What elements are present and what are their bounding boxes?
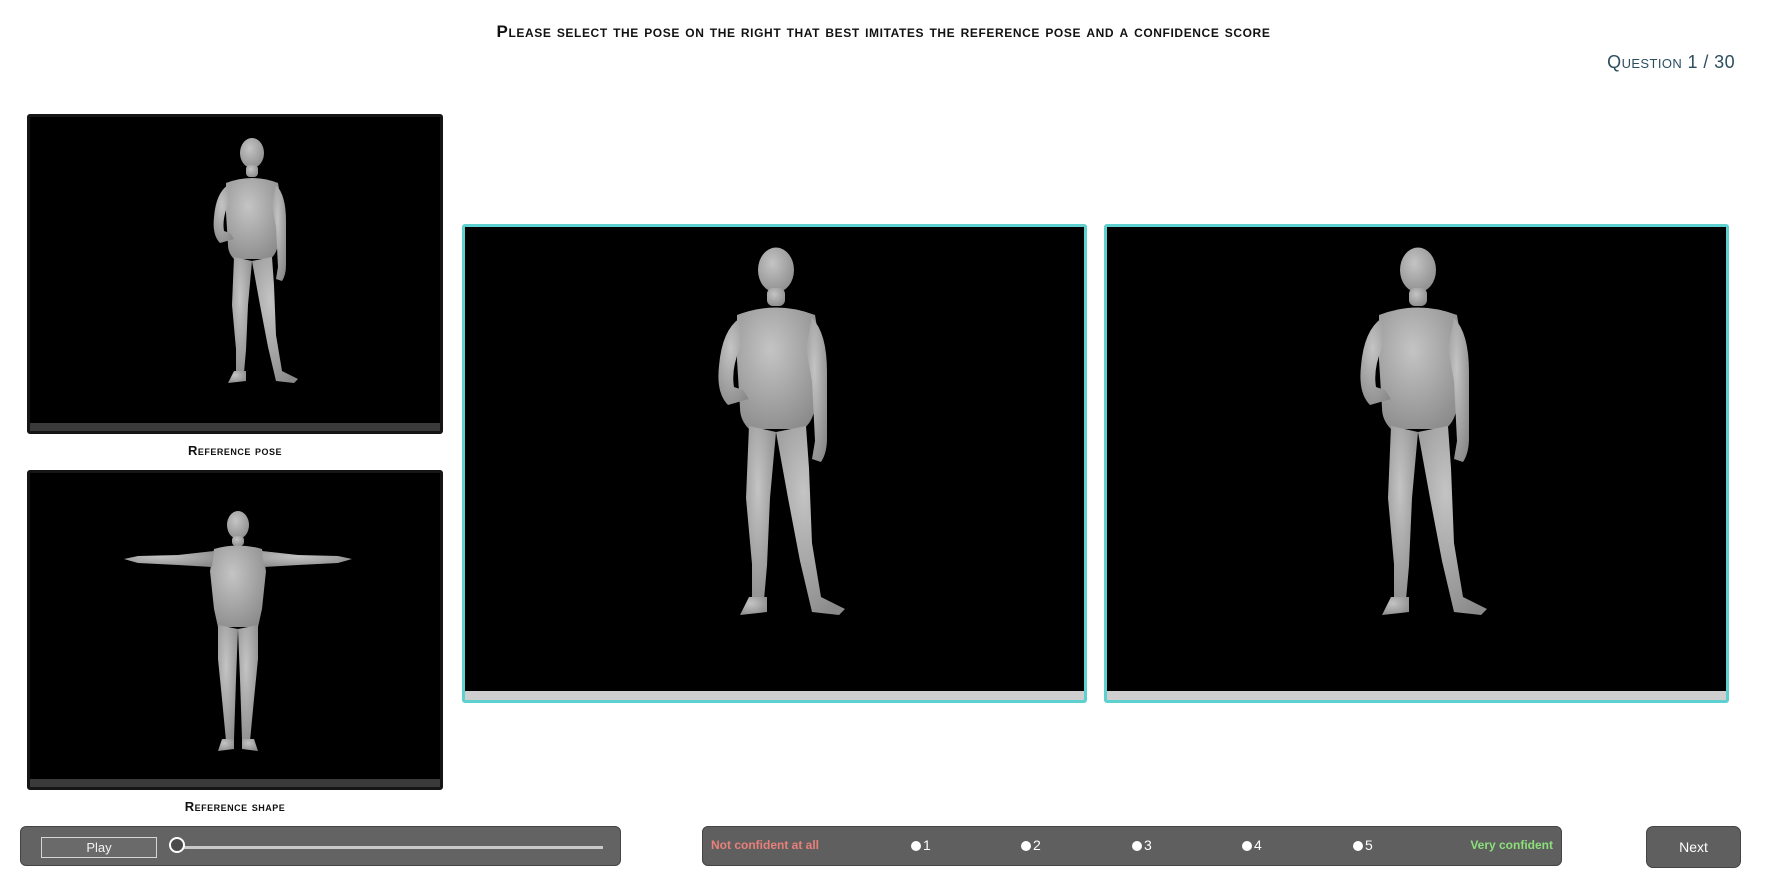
next-button[interactable]: Next xyxy=(1646,826,1741,868)
reference-pose-bar xyxy=(30,423,440,431)
question-counter: Question 1 / 30 xyxy=(1607,52,1735,72)
radio-dot-1[interactable] xyxy=(911,841,921,852)
candidate-pose-b[interactable] xyxy=(1104,224,1729,703)
instruction-title: Please select the pose on the right that… xyxy=(496,22,1271,41)
confidence-option-3[interactable]: 3 xyxy=(1132,837,1152,853)
candidate-b-bar xyxy=(1107,691,1726,700)
confidence-option-1-label: 1 xyxy=(923,837,931,853)
radio-dot-2[interactable] xyxy=(1021,841,1031,852)
candidate-b-figure xyxy=(1325,243,1505,633)
confidence-option-4-label: 4 xyxy=(1254,837,1262,853)
very-confident-label: Very confident xyxy=(1470,838,1553,852)
reference-pose-view xyxy=(27,114,443,434)
radio-dot-3[interactable] xyxy=(1132,841,1142,852)
reference-pose-figure xyxy=(190,135,310,395)
confidence-option-2[interactable]: 2 xyxy=(1021,837,1041,853)
timeline-slider-thumb[interactable] xyxy=(169,837,185,853)
radio-dot-5[interactable] xyxy=(1353,841,1363,852)
candidate-a-bar xyxy=(465,691,1084,700)
reference-shape-bar xyxy=(30,779,440,787)
confidence-option-2-label: 2 xyxy=(1033,837,1041,853)
confidence-option-5-label: 5 xyxy=(1365,837,1373,853)
confidence-option-4[interactable]: 4 xyxy=(1242,837,1262,853)
reference-shape-label: Reference shape xyxy=(184,799,286,814)
reference-shape-view xyxy=(27,470,443,790)
confidence-option-1[interactable]: 1 xyxy=(911,837,931,853)
radio-dot-4[interactable] xyxy=(1242,841,1252,852)
confidence-scale: Not confident at all 1 2 3 4 5 Very conf… xyxy=(702,826,1562,866)
confidence-option-3-label: 3 xyxy=(1144,837,1152,853)
confidence-option-5[interactable]: 5 xyxy=(1353,837,1373,853)
candidate-a-figure xyxy=(683,243,863,633)
animation-player: Play xyxy=(20,826,621,866)
reference-shape-figure xyxy=(118,509,358,759)
reference-pose-label: Reference pose xyxy=(187,443,283,458)
play-button[interactable]: Play xyxy=(41,837,157,858)
not-confident-label: Not confident at all xyxy=(711,838,819,852)
candidate-pose-a[interactable] xyxy=(462,224,1087,703)
timeline-track[interactable] xyxy=(177,846,603,849)
